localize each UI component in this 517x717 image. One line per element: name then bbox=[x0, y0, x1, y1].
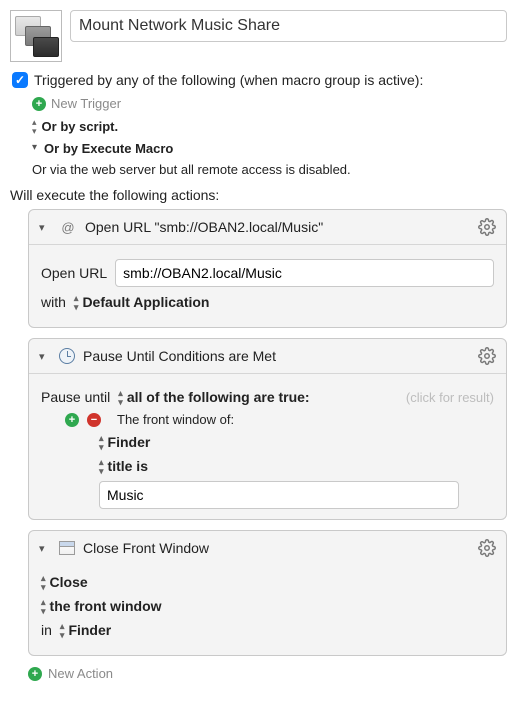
window-icon bbox=[59, 541, 75, 555]
add-condition-button[interactable]: + bbox=[65, 413, 79, 427]
action-open-url[interactable]: ▾ @ Open URL "smb://OBAN2.local/Music" O… bbox=[28, 209, 507, 328]
pause-mode-popup[interactable]: all of the following are true: bbox=[118, 388, 398, 406]
at-icon: @ bbox=[59, 220, 77, 235]
action-title: Pause Until Conditions are Met bbox=[83, 348, 470, 364]
action-close-window[interactable]: ▾ Close Front Window Close the front win… bbox=[28, 530, 507, 656]
gear-icon[interactable] bbox=[478, 539, 496, 557]
condition-app-popup[interactable]: Finder bbox=[99, 433, 150, 451]
in-label: in bbox=[41, 622, 52, 638]
sort-icon bbox=[118, 389, 121, 407]
gear-icon[interactable] bbox=[478, 218, 496, 236]
open-url-input[interactable] bbox=[115, 259, 494, 287]
condition-value-input[interactable] bbox=[99, 481, 459, 509]
new-trigger-label[interactable]: New Trigger bbox=[51, 96, 121, 111]
sort-icon bbox=[41, 574, 44, 592]
action-title: Close Front Window bbox=[83, 540, 470, 556]
triggers-heading: Triggered by any of the following (when … bbox=[34, 72, 423, 88]
close-verb-value: Close bbox=[50, 574, 88, 590]
sort-icon bbox=[74, 294, 77, 312]
gear-icon[interactable] bbox=[478, 347, 496, 365]
with-label: with bbox=[41, 294, 66, 310]
action-pause-until[interactable]: ▾ Pause Until Conditions are Met Pause u… bbox=[28, 338, 507, 520]
close-app-popup[interactable]: Finder bbox=[60, 621, 111, 639]
triggers-enabled-checkbox[interactable]: ✓ bbox=[12, 72, 28, 88]
open-url-label: Open URL bbox=[41, 265, 107, 281]
condition-operator-value: title is bbox=[108, 458, 148, 474]
remove-condition-button[interactable]: − bbox=[87, 413, 101, 427]
with-application-value: Default Application bbox=[82, 294, 209, 310]
close-target-value: the front window bbox=[50, 598, 162, 614]
clock-icon bbox=[59, 348, 75, 364]
disclosure-toggle[interactable]: ▾ bbox=[39, 542, 51, 555]
add-action-button[interactable]: + bbox=[28, 667, 42, 681]
close-app-value: Finder bbox=[68, 622, 111, 638]
condition-app-value: Finder bbox=[108, 434, 151, 450]
actions-heading: Will execute the following actions: bbox=[10, 187, 507, 203]
add-trigger-button[interactable]: + bbox=[32, 97, 46, 111]
sort-icon bbox=[99, 458, 102, 476]
pause-mode-value: all of the following are true: bbox=[127, 389, 310, 405]
macro-icon[interactable] bbox=[10, 10, 62, 62]
chevron-down-icon: ▾ bbox=[32, 142, 37, 153]
close-target-popup[interactable]: the front window bbox=[41, 597, 162, 615]
sort-icon bbox=[32, 118, 35, 136]
web-server-note: Or via the web server but all remote acc… bbox=[32, 162, 351, 177]
result-hint[interactable]: (click for result) bbox=[406, 390, 494, 405]
sort-icon bbox=[99, 434, 102, 452]
or-by-execute-macro[interactable]: Or by Execute Macro bbox=[44, 141, 173, 156]
macro-name-input[interactable] bbox=[70, 10, 507, 42]
with-application-popup[interactable]: Default Application bbox=[74, 293, 210, 311]
or-by-script[interactable]: Or by script. bbox=[42, 119, 119, 134]
action-title: Open URL "smb://OBAN2.local/Music" bbox=[85, 219, 470, 235]
pause-until-label: Pause until bbox=[41, 389, 110, 405]
disclosure-toggle[interactable]: ▾ bbox=[39, 350, 51, 363]
condition-label: The front window of: bbox=[117, 412, 234, 427]
condition-operator-popup[interactable]: title is bbox=[99, 457, 148, 475]
close-verb-popup[interactable]: Close bbox=[41, 573, 88, 591]
sort-icon bbox=[60, 622, 63, 640]
sort-icon bbox=[41, 598, 44, 616]
new-action-label[interactable]: New Action bbox=[48, 666, 113, 681]
disclosure-toggle[interactable]: ▾ bbox=[39, 221, 51, 234]
